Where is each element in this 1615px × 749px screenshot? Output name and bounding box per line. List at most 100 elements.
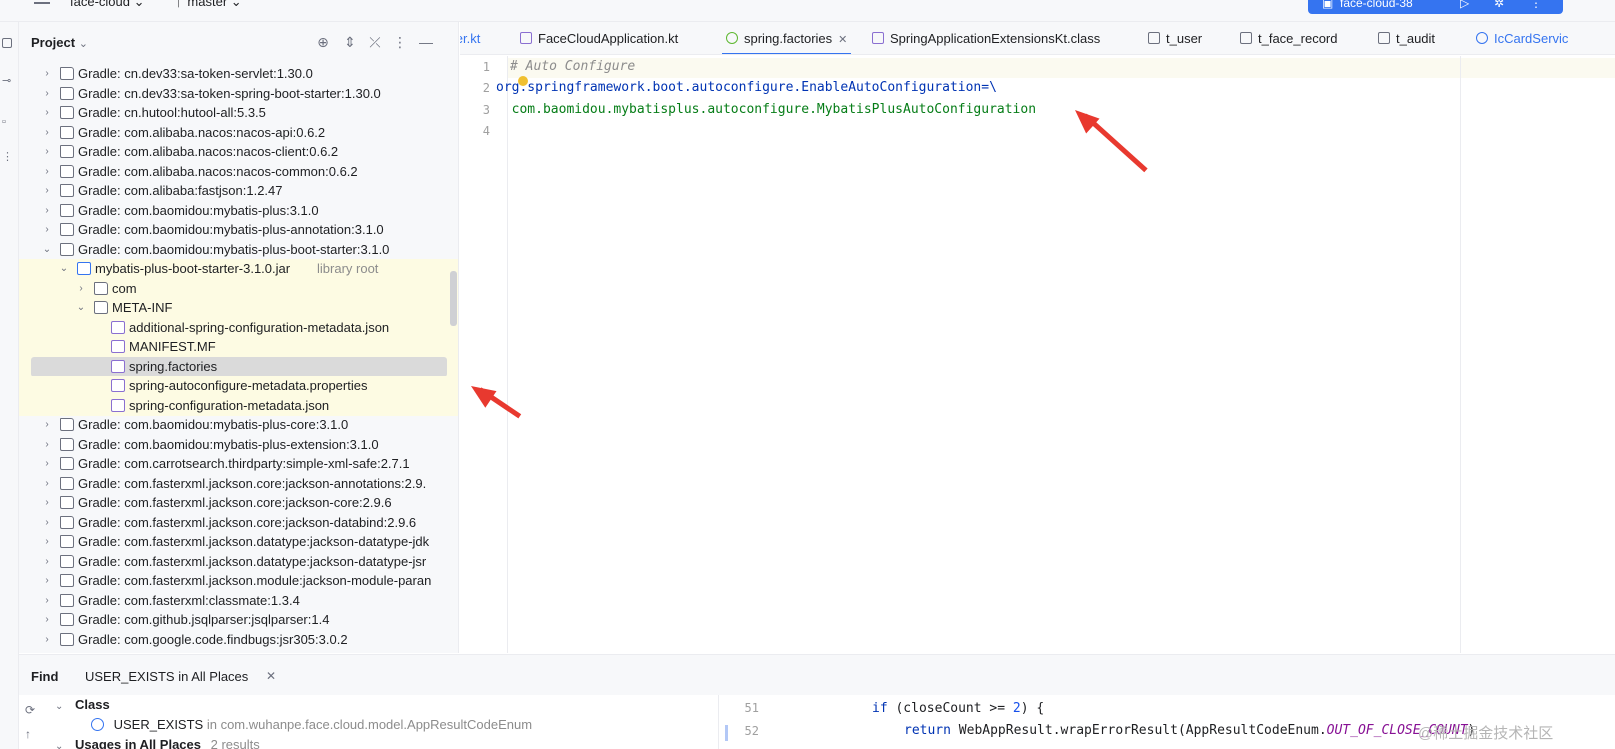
result-group-class[interactable]: ⌄ Class xyxy=(55,695,110,715)
chevron-right-icon[interactable]: › xyxy=(41,493,53,513)
code-line-2: org.springframework.boot.autoconfigure.E… xyxy=(496,80,997,95)
main-menu-icon[interactable] xyxy=(34,0,50,4)
editor-gutter: 1 2 3 4 xyxy=(460,56,508,653)
chevron-down-icon[interactable]: ⌄ xyxy=(58,259,70,279)
tree-item-label: mybatis-plus-boot-starter-3.1.0.jar xyxy=(95,261,291,276)
options-icon[interactable]: ⋮ xyxy=(391,34,409,52)
tree-item[interactable]: › Gradle: com.fasterxml.jackson.core:jack… xyxy=(19,493,458,513)
debug-button-icon[interactable]: ✲ xyxy=(1494,0,1504,10)
structure-tool-icon[interactable]: ▫ xyxy=(2,116,14,128)
tree-item[interactable]: › Gradle: com.baomidou:mybatis-plus:3.1.0 xyxy=(19,201,458,221)
tree-item[interactable]: › Gradle: com.carrotsearch.thirdparty:sim… xyxy=(19,454,458,474)
tree-item[interactable]: ⌄ Gradle: com.baomidou:mybatis-plus-boot-… xyxy=(19,240,458,260)
more-actions-icon[interactable]: ⋮ xyxy=(1530,0,1542,10)
run-configuration-selector[interactable]: ▣ face-cloud-38 ▷ ✲ ⋮ xyxy=(1308,0,1563,14)
chevron-right-icon[interactable]: › xyxy=(41,64,53,84)
chevron-down-icon: ⌄ xyxy=(55,741,64,749)
project-tool-icon[interactable] xyxy=(2,38,12,48)
tree-item[interactable]: ⌄ mybatis-plus-boot-starter-3.1.0.jar libr… xyxy=(19,259,458,279)
chevron-right-icon[interactable]: › xyxy=(41,123,53,143)
tree-item[interactable]: › Gradle: cn.dev33:sa-token-servlet:1.30.… xyxy=(19,64,458,84)
tree-item[interactable]: spring-configuration-metadata.json xyxy=(19,395,458,416)
chevron-right-icon[interactable]: › xyxy=(41,162,53,182)
chevron-right-icon[interactable]: › xyxy=(41,435,53,455)
expand-all-icon[interactable]: ⇕ xyxy=(341,34,359,52)
branch-selector[interactable]: ᚴ master ⌄ xyxy=(176,0,242,10)
code-editor[interactable]: 1 2 3 4 # Auto Configure org.springframe… xyxy=(460,56,1615,653)
chevron-right-icon[interactable]: › xyxy=(41,591,53,611)
chevron-right-icon[interactable]: › xyxy=(41,513,53,533)
tree-item[interactable]: › Gradle: com.alibaba.nacos:nacos-common:… xyxy=(19,162,458,182)
chevron-right-icon[interactable]: › xyxy=(41,220,53,240)
result-item[interactable]: USER_EXISTS in com.wuhanpe.face.cloud.mo… xyxy=(91,715,532,735)
chevron-right-icon[interactable]: › xyxy=(41,552,53,572)
library-icon xyxy=(60,418,74,431)
tree-item[interactable]: › Gradle: com.alibaba:fastjson:1.2.47 xyxy=(19,181,458,201)
chevron-right-icon[interactable]: › xyxy=(41,103,53,123)
chevron-right-icon[interactable]: › xyxy=(41,181,53,201)
tab-t-user[interactable]: t_user xyxy=(1148,22,1202,54)
close-find-tab-icon[interactable]: ✕ xyxy=(266,669,276,683)
tree-item[interactable]: › Gradle: com.fasterxml.jackson.datatype:… xyxy=(19,552,458,572)
project-tree-scrollbar[interactable] xyxy=(450,271,457,326)
previous-occurrence-icon[interactable]: ↑ xyxy=(25,727,31,741)
hide-panel-icon[interactable]: — xyxy=(417,34,435,52)
tree-item[interactable]: ⌄ META-INF xyxy=(19,298,458,318)
tree-item[interactable]: › Gradle: com.github.jsqlparser:jsqlparse… xyxy=(19,610,458,630)
chevron-right-icon[interactable]: › xyxy=(75,279,87,299)
tree-item[interactable]: › Gradle: com.alibaba.nacos:nacos-client:… xyxy=(19,142,458,162)
chevron-right-icon[interactable]: › xyxy=(41,201,53,221)
tab-t-audit[interactable]: t_audit xyxy=(1378,22,1435,54)
chevron-right-icon[interactable]: › xyxy=(41,610,53,630)
commit-tool-icon[interactable]: ⊸ xyxy=(2,74,14,87)
tree-item[interactable]: additional-spring-configuration-metadata… xyxy=(19,317,458,338)
tree-item[interactable]: › Gradle: com.baomidou:mybatis-plus-annot… xyxy=(19,220,458,240)
chevron-right-icon[interactable]: › xyxy=(41,630,53,650)
tree-item[interactable]: › Gradle: com.fasterxml:classmate:1.3.4 xyxy=(19,591,458,611)
tree-item[interactable]: › Gradle: com.fasterxml.jackson.core:jack… xyxy=(19,474,458,494)
chevron-down-icon[interactable]: ⌄ xyxy=(75,298,87,318)
tree-item[interactable]: › Gradle: com.fasterxml.jackson.core:jack… xyxy=(19,513,458,533)
result-group-usages[interactable]: ⌄ Usages in All Places 2 results xyxy=(55,735,260,749)
tree-item[interactable]: › Gradle: com.fasterxml.jackson.datatype:… xyxy=(19,532,458,552)
tree-item[interactable]: › Gradle: cn.dev33:sa-token-spring-boot-s… xyxy=(19,84,458,104)
close-tab-icon[interactable]: ✕ xyxy=(838,34,847,46)
tree-item[interactable]: spring.factories xyxy=(19,356,458,377)
chevron-right-icon[interactable]: › xyxy=(41,571,53,591)
rerun-icon[interactable]: ⟳ xyxy=(25,703,35,717)
tab-iccardservice[interactable]: IcCardServic xyxy=(1476,22,1568,54)
tree-item[interactable]: › com xyxy=(19,278,458,299)
tree-item[interactable]: › Gradle: com.google.code.findbugs:jsr305… xyxy=(19,630,458,650)
tab-t-face-record[interactable]: t_face_record xyxy=(1240,22,1338,54)
tree-item[interactable]: › Gradle: com.baomidou:mybatis-plus-exten… xyxy=(19,435,458,455)
chevron-right-icon[interactable]: › xyxy=(41,532,53,552)
tab-spring-factories[interactable]: spring.factories ✕ xyxy=(722,22,852,54)
tree-item[interactable]: › Gradle: com.alibaba.nacos:nacos-api:0.6… xyxy=(19,123,458,143)
tree-item[interactable]: MANIFEST.MF xyxy=(19,337,458,357)
project-selector[interactable]: face-cloud ⌄ xyxy=(70,0,145,10)
tree-item[interactable]: spring-autoconfigure-metadata.properties xyxy=(19,376,458,396)
tree-item[interactable]: › Gradle: com.fasterxml.jackson.module:ja… xyxy=(19,571,458,591)
chevron-right-icon[interactable]: › xyxy=(41,454,53,474)
tree-item[interactable]: › Gradle: com.baomidou:mybatis-plus-core:… xyxy=(19,415,458,435)
tree-item-label: Gradle: cn.hutool:hutool-all:5.3.5 xyxy=(78,105,266,120)
run-button-icon[interactable]: ▷ xyxy=(1460,0,1469,10)
chevron-down-icon[interactable]: ⌄ xyxy=(41,240,53,260)
tab-ller-kt[interactable]: ller.kt xyxy=(460,22,480,54)
collapse-all-icon[interactable]: ⤫ xyxy=(366,34,384,52)
tree-item-label: Gradle: com.alibaba.nacos:nacos-api:0.6.… xyxy=(78,124,326,140)
chevron-right-icon[interactable]: › xyxy=(41,142,53,162)
tree-item[interactable]: › Gradle: cn.hutool:hutool-all:5.3.5 xyxy=(19,103,458,123)
locate-file-icon[interactable]: ⊕ xyxy=(314,34,332,52)
tab-springapplicationextensionskt-class[interactable]: SpringApplicationExtensionsKt.class xyxy=(872,22,1100,54)
file-icon xyxy=(111,398,125,412)
tab-facecloudapplication-kt[interactable]: FaceCloudApplication.kt xyxy=(520,22,678,54)
library-icon xyxy=(60,496,74,509)
line-number: 1 xyxy=(482,60,490,74)
find-results-tab[interactable]: USER_EXISTS in All Places xyxy=(85,669,248,684)
more-tools-icon[interactable]: ⋮ xyxy=(2,150,14,163)
chevron-right-icon[interactable]: › xyxy=(41,415,53,435)
chevron-right-icon[interactable]: › xyxy=(41,84,53,104)
project-panel-title[interactable]: Project ⌄ xyxy=(31,35,88,50)
chevron-right-icon[interactable]: › xyxy=(41,474,53,494)
